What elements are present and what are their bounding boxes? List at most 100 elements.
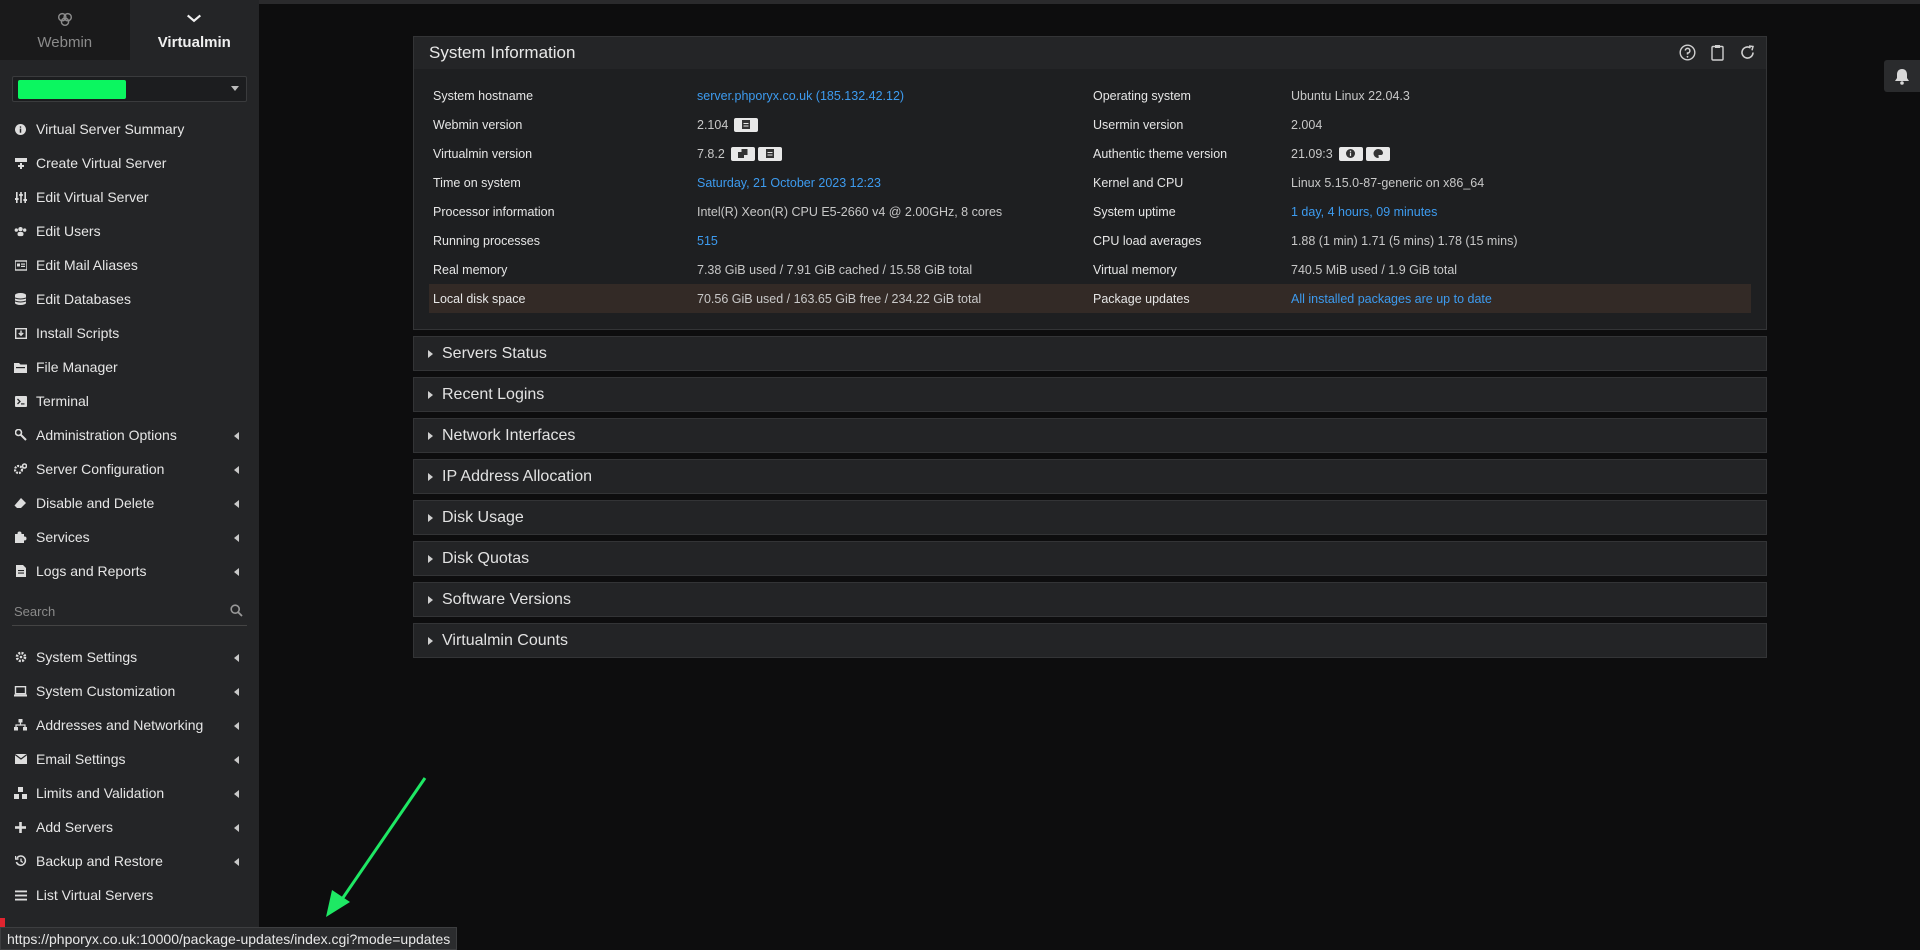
section-label: Network Interfaces — [442, 426, 576, 444]
menu-label: System Settings — [36, 649, 138, 665]
menu-list-virtual-servers[interactable]: List Virtual Servers — [0, 878, 259, 912]
search-icon[interactable] — [230, 604, 243, 617]
info-value: 1.88 (1 min) 1.71 (5 mins) 1.78 (15 mins… — [1291, 233, 1518, 248]
info-key: Processor information — [433, 204, 555, 219]
caret-left-icon — [234, 568, 239, 576]
info-value: 2.104 — [697, 117, 729, 132]
section-label: IP Address Allocation — [442, 467, 593, 485]
uptime-link[interactable]: 1 day, 4 hours, 09 minutes — [1291, 205, 1437, 219]
menu-services[interactable]: Services — [0, 520, 259, 554]
webmin-changelog-button[interactable] — [734, 117, 759, 132]
caret-left-icon — [234, 722, 239, 730]
annotation-arrow-icon — [326, 777, 427, 917]
virtual-server-selector[interactable] — [12, 76, 247, 102]
caret-right-icon — [428, 554, 433, 563]
section-label: Recent Logins — [442, 385, 545, 403]
caret-right-icon — [428, 431, 433, 440]
menu-limits-and-validation[interactable]: Limits and Validation — [0, 776, 259, 810]
caret-left-icon — [234, 688, 239, 696]
caret-left-icon — [234, 432, 239, 440]
menu-edit-databases[interactable]: Edit Databases — [0, 282, 259, 316]
info-row: Virtualmin version 7.8.2 Authentic theme… — [429, 139, 1751, 168]
caret-left-icon — [234, 756, 239, 764]
menu-label: Edit Databases — [36, 291, 131, 307]
theme-info-button[interactable] — [1338, 146, 1363, 161]
help-icon[interactable] — [1679, 44, 1696, 61]
info-value: 2.004 — [1291, 117, 1323, 132]
info-key: Virtual memory — [1093, 262, 1177, 277]
menu-email-settings[interactable]: Email Settings — [0, 742, 259, 776]
menu-create-virtual-server[interactable]: Create Virtual Server — [0, 146, 259, 180]
menu-label: System Customization — [36, 683, 176, 699]
package-updates-link[interactable]: All installed packages are up to date — [1291, 292, 1492, 306]
running-processes-link[interactable]: 515 — [697, 234, 1093, 248]
section-recent-logins[interactable]: Recent Logins — [413, 377, 1767, 412]
menu-server-configuration[interactable]: Server Configuration — [0, 452, 259, 486]
section-software-versions[interactable]: Software Versions — [413, 582, 1767, 617]
virtualmin-changelog-button[interactable] — [757, 146, 782, 161]
menu-file-manager[interactable]: File Manager — [0, 350, 259, 384]
menu-label: Install Scripts — [36, 325, 120, 341]
envelope-icon — [14, 753, 27, 766]
link-status-bar: https://phporyx.co.uk:10000/package-upda… — [0, 927, 458, 950]
system-information-panel: System Information System hostname serve… — [413, 36, 1767, 330]
hostname-link[interactable]: server.phporyx.co.uk (185.132.42.12) — [697, 89, 1093, 103]
section-label: Disk Usage — [442, 508, 524, 526]
menu-add-servers[interactable]: Add Servers — [0, 810, 259, 844]
puzzle-icon — [14, 531, 27, 544]
download-box-icon — [14, 327, 27, 340]
menu-edit-mail-aliases[interactable]: Edit Mail Aliases — [0, 248, 259, 282]
menu-install-scripts[interactable]: Install Scripts — [0, 316, 259, 350]
section-servers-status[interactable]: Servers Status — [413, 336, 1767, 371]
menu-system-customization[interactable]: System Customization — [0, 674, 259, 708]
menu-virtual-server-summary[interactable]: Virtual Server Summary — [0, 112, 259, 146]
notifications-button[interactable] — [1884, 60, 1920, 92]
section-disk-usage[interactable]: Disk Usage — [413, 500, 1767, 535]
section-label: Servers Status — [442, 344, 547, 362]
tab-webmin[interactable]: Webmin — [0, 0, 130, 60]
menu-backup-and-restore[interactable]: Backup and Restore — [0, 844, 259, 878]
theme-palette-button[interactable] — [1365, 146, 1390, 161]
top-border — [0, 0, 1920, 4]
menu-terminal[interactable]: Terminal — [0, 384, 259, 418]
info-value: 70.56 GiB used / 163.65 GiB free / 234.2… — [697, 291, 982, 306]
menu-edit-virtual-server[interactable]: Edit Virtual Server — [0, 180, 259, 214]
info-key: Local disk space — [433, 291, 526, 306]
info-row: Real memory 7.38 GiB used / 7.91 GiB cac… — [429, 255, 1751, 284]
menu-logs-and-reports[interactable]: Logs and Reports — [0, 554, 259, 588]
sidebar-tabs: Webmin Virtualmin — [0, 0, 259, 60]
section-disk-quotas[interactable]: Disk Quotas — [413, 541, 1767, 576]
users-icon — [14, 225, 27, 238]
sidebar: Webmin Virtualmin Virtual Server Summary… — [0, 0, 259, 950]
info-key: Usermin version — [1093, 117, 1184, 132]
caret-right-icon — [428, 636, 433, 645]
plus-icon — [14, 821, 27, 834]
palette-icon — [1373, 149, 1383, 158]
info-value: 740.5 MiB used / 1.9 GiB total — [1291, 262, 1458, 277]
caret-left-icon — [234, 534, 239, 542]
panel-header-actions — [1679, 44, 1756, 61]
menu-administration-options[interactable]: Administration Options — [0, 418, 259, 452]
menu-virtualmin: Virtual Server Summary Create Virtual Se… — [0, 112, 259, 588]
section-network-interfaces[interactable]: Network Interfaces — [413, 418, 1767, 453]
menu-disable-and-delete[interactable]: Disable and Delete — [0, 486, 259, 520]
virtualmin-packages-button[interactable] — [730, 146, 755, 161]
section-ip-address-allocation[interactable]: IP Address Allocation — [413, 459, 1767, 494]
section-virtualmin-counts[interactable]: Virtualmin Counts — [413, 623, 1767, 658]
caret-left-icon — [234, 466, 239, 474]
menu-label: Virtual Server Summary — [36, 121, 185, 137]
refresh-icon[interactable] — [1739, 44, 1756, 61]
system-time-link[interactable]: Saturday, 21 October 2023 12:23 — [697, 176, 1093, 190]
menu-addresses-and-networking[interactable]: Addresses and Networking — [0, 708, 259, 742]
menu-label: Addresses and Networking — [36, 717, 204, 733]
menu-label: Edit Users — [36, 223, 101, 239]
create-server-icon — [14, 157, 27, 170]
menu-edit-users[interactable]: Edit Users — [0, 214, 259, 248]
tab-virtualmin[interactable]: Virtualmin — [129, 0, 259, 60]
info-key: Kernel and CPU — [1093, 175, 1184, 190]
search-input[interactable] — [12, 604, 212, 619]
menu-system-settings[interactable]: System Settings — [0, 640, 259, 674]
info-key: Webmin version — [433, 117, 523, 132]
menu-label: Create Virtual Server — [36, 155, 167, 171]
clipboard-icon[interactable] — [1709, 44, 1726, 61]
